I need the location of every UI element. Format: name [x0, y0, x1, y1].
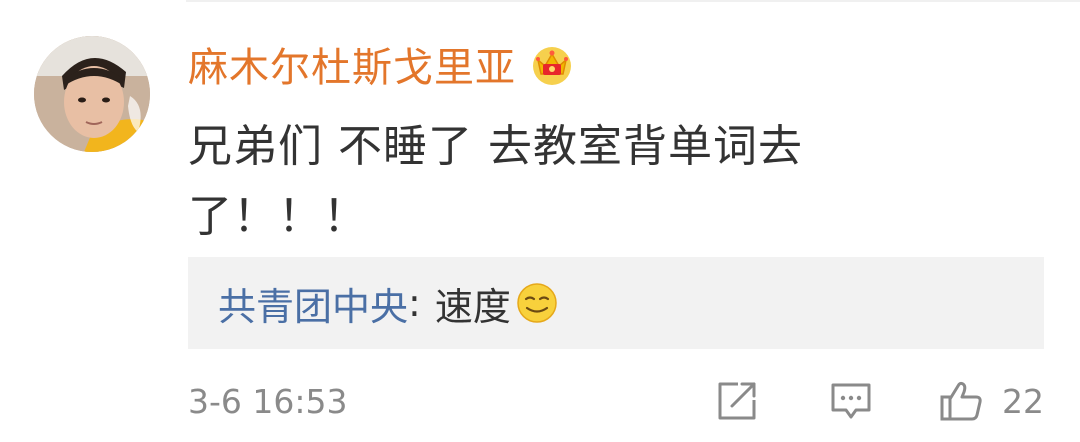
username-row: 麻木尔杜斯戈里亚 — [188, 35, 574, 93]
comment-icon[interactable] — [828, 378, 874, 424]
reply-box[interactable]: 共青团中央 : 速度 — [188, 257, 1044, 349]
comment-card: 麻木尔杜斯戈里亚 兄弟们 不睡了 去教室背单词去了！！！ 共青团中央 : 速度 … — [0, 0, 1080, 442]
reply-author[interactable]: 共青团中央 — [218, 276, 408, 331]
reply-content: 共青团中央 : 速度 — [218, 276, 559, 331]
avatar[interactable] — [34, 36, 150, 152]
reply-text: 速度 — [434, 284, 511, 329]
like-count: 22 — [1002, 381, 1044, 421]
share-icon[interactable] — [714, 378, 760, 424]
comment-text: 兄弟们 不睡了 去教室背单词去了！！！ — [188, 121, 803, 242]
smirk-emoji-icon — [517, 283, 557, 323]
thumbs-up-icon — [940, 381, 982, 421]
timestamp: 3-6 16:53 — [188, 382, 348, 421]
divider — [186, 0, 1080, 2]
username[interactable]: 麻木尔杜斯戈里亚 — [188, 35, 516, 93]
like-button[interactable]: 22 — [938, 378, 1044, 424]
vip-crown-icon — [533, 47, 571, 85]
reply-separator: : — [408, 281, 421, 325]
comment-footer: 3-6 16:53 22 — [188, 378, 1048, 428]
